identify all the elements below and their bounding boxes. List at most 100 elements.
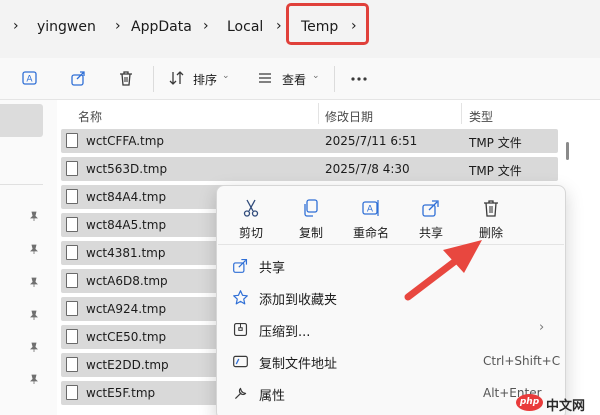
file-name: wct84A5.tmp: [86, 218, 167, 232]
menu-item-label: 共享: [259, 261, 286, 276]
sort-icon[interactable]: [166, 67, 188, 89]
menu-item-compress[interactable]: 压缩到... ›: [217, 314, 565, 344]
share-button[interactable]: 共享: [406, 196, 456, 246]
toolbar-divider: [334, 66, 335, 92]
highlight-box: [286, 3, 369, 45]
file-icon: [66, 161, 78, 176]
file-icon: [66, 301, 78, 316]
menu-item-share[interactable]: 共享: [217, 250, 565, 280]
copy-path-icon: [231, 352, 249, 370]
navigation-pane: [0, 100, 57, 415]
pin-icon[interactable]: [29, 342, 39, 352]
svg-text:A: A: [367, 205, 374, 215]
breadcrumb-item-appdata[interactable]: AppData: [131, 19, 192, 35]
properties-icon: [231, 384, 249, 402]
column-header-type[interactable]: 类型: [469, 108, 493, 125]
menu-divider: [218, 244, 564, 245]
more-options-icon[interactable]: [348, 67, 370, 89]
watermark-badge: php: [516, 394, 543, 411]
chevron-down-icon[interactable]: ⌄: [222, 71, 230, 81]
rename-button[interactable]: A 重命名: [346, 196, 396, 246]
watermark-logo: php 中文网: [516, 392, 598, 414]
file-icon: [66, 329, 78, 344]
delete-button[interactable]: 删除: [466, 196, 516, 246]
file-icon: [66, 133, 78, 148]
file-name: wct563D.tmp: [86, 162, 168, 176]
breadcrumb-item-yingwen[interactable]: yingwen: [37, 19, 96, 35]
cut-button[interactable]: 剪切: [226, 196, 276, 246]
file-type: TMP 文件: [469, 164, 522, 178]
pin-icon[interactable]: [29, 310, 39, 320]
file-icon: [66, 385, 78, 400]
delete-label: 删除: [478, 226, 503, 240]
rename-icon[interactable]: A: [19, 67, 41, 89]
share-icon: [419, 196, 443, 220]
chevron-right-icon[interactable]: ›: [13, 18, 19, 34]
column-divider[interactable]: [461, 103, 462, 124]
cut-icon: [239, 196, 263, 220]
pin-icon[interactable]: [29, 277, 39, 287]
view-icon[interactable]: [254, 67, 276, 89]
file-name: wctA6D8.tmp: [86, 274, 168, 288]
address-bar[interactable]: › yingwen › AppData › Local › Temp ›: [0, 0, 600, 58]
file-name: wct84A4.tmp: [86, 190, 167, 204]
file-icon: [66, 245, 78, 260]
file-name: wctA924.tmp: [86, 302, 167, 316]
share-icon[interactable]: [68, 67, 90, 89]
pin-icon[interactable]: [29, 211, 39, 221]
delete-icon: [479, 196, 503, 220]
rename-label: 重命名: [352, 226, 389, 240]
pin-icon[interactable]: [29, 374, 39, 384]
menu-item-label: 属性: [259, 389, 286, 404]
sort-button[interactable]: 排序: [193, 71, 217, 88]
navigation-selected-item[interactable]: [0, 104, 43, 137]
file-type: TMP 文件: [469, 136, 522, 150]
view-button[interactable]: 查看: [282, 71, 306, 88]
context-menu: 剪切 复制 A 重命名 共享 删除 共享 添加到收藏夹 压缩到... › 复制文…: [216, 185, 566, 415]
chevron-right-icon[interactable]: ›: [276, 18, 282, 34]
file-name: wctCFFA.tmp: [86, 134, 165, 148]
menu-item-label: 添加到收藏夹: [259, 293, 338, 308]
file-name: wctCE50.tmp: [86, 330, 167, 344]
zip-icon: [231, 320, 249, 338]
command-bar: A 排序 ⌄ 查看 ⌄: [0, 58, 600, 100]
file-modified: 2025/7/11 6:51: [325, 134, 418, 148]
chevron-right-icon[interactable]: ›: [203, 18, 209, 34]
menu-item-shortcut: Ctrl+Shift+C: [483, 354, 561, 368]
file-row[interactable]: wct563D.tmp 2025/7/8 4:30 TMP 文件: [61, 157, 558, 181]
copy-button[interactable]: 复制: [286, 196, 336, 246]
chevron-right-icon[interactable]: ›: [115, 18, 121, 34]
watermark-text: 中文网: [546, 399, 586, 414]
file-icon: [66, 189, 78, 204]
navigation-divider: [0, 184, 43, 185]
menu-item-copy-path[interactable]: 复制文件地址 Ctrl+Shift+C: [217, 346, 565, 376]
delete-icon[interactable]: [115, 67, 137, 89]
file-icon: [66, 217, 78, 232]
share-icon: [231, 256, 249, 274]
file-icon: [66, 273, 78, 288]
file-name: wct4381.tmp: [86, 246, 166, 260]
chevron-down-icon[interactable]: ⌄: [312, 71, 320, 81]
pin-icon[interactable]: [29, 244, 39, 254]
column-header-name[interactable]: 名称: [78, 108, 102, 125]
star-icon: [231, 288, 249, 306]
toolbar-divider: [153, 66, 154, 92]
file-name: wctE2DD.tmp: [86, 358, 169, 372]
file-name: wctE5F.tmp: [86, 386, 156, 400]
menu-item-label: 压缩到...: [259, 325, 311, 340]
breadcrumb-item-local[interactable]: Local: [227, 19, 263, 35]
column-header-modified[interactable]: 修改日期: [325, 108, 373, 125]
cut-label: 剪切: [238, 226, 263, 240]
file-modified: 2025/7/8 4:30: [325, 162, 410, 176]
file-icon: [66, 357, 78, 372]
menu-item-add-favorites[interactable]: 添加到收藏夹: [217, 282, 565, 312]
copy-label: 复制: [298, 226, 323, 240]
column-divider[interactable]: [318, 103, 319, 124]
share-label: 共享: [418, 226, 443, 240]
menu-item-label: 复制文件地址: [259, 357, 338, 372]
rename-icon: A: [359, 196, 383, 220]
file-row[interactable]: wctCFFA.tmp 2025/7/11 6:51 TMP 文件: [61, 129, 558, 153]
menu-item-properties[interactable]: 属性 Alt+Enter: [217, 378, 565, 408]
scrollbar-thumb[interactable]: [566, 142, 569, 160]
chevron-right-icon: ›: [539, 320, 545, 335]
